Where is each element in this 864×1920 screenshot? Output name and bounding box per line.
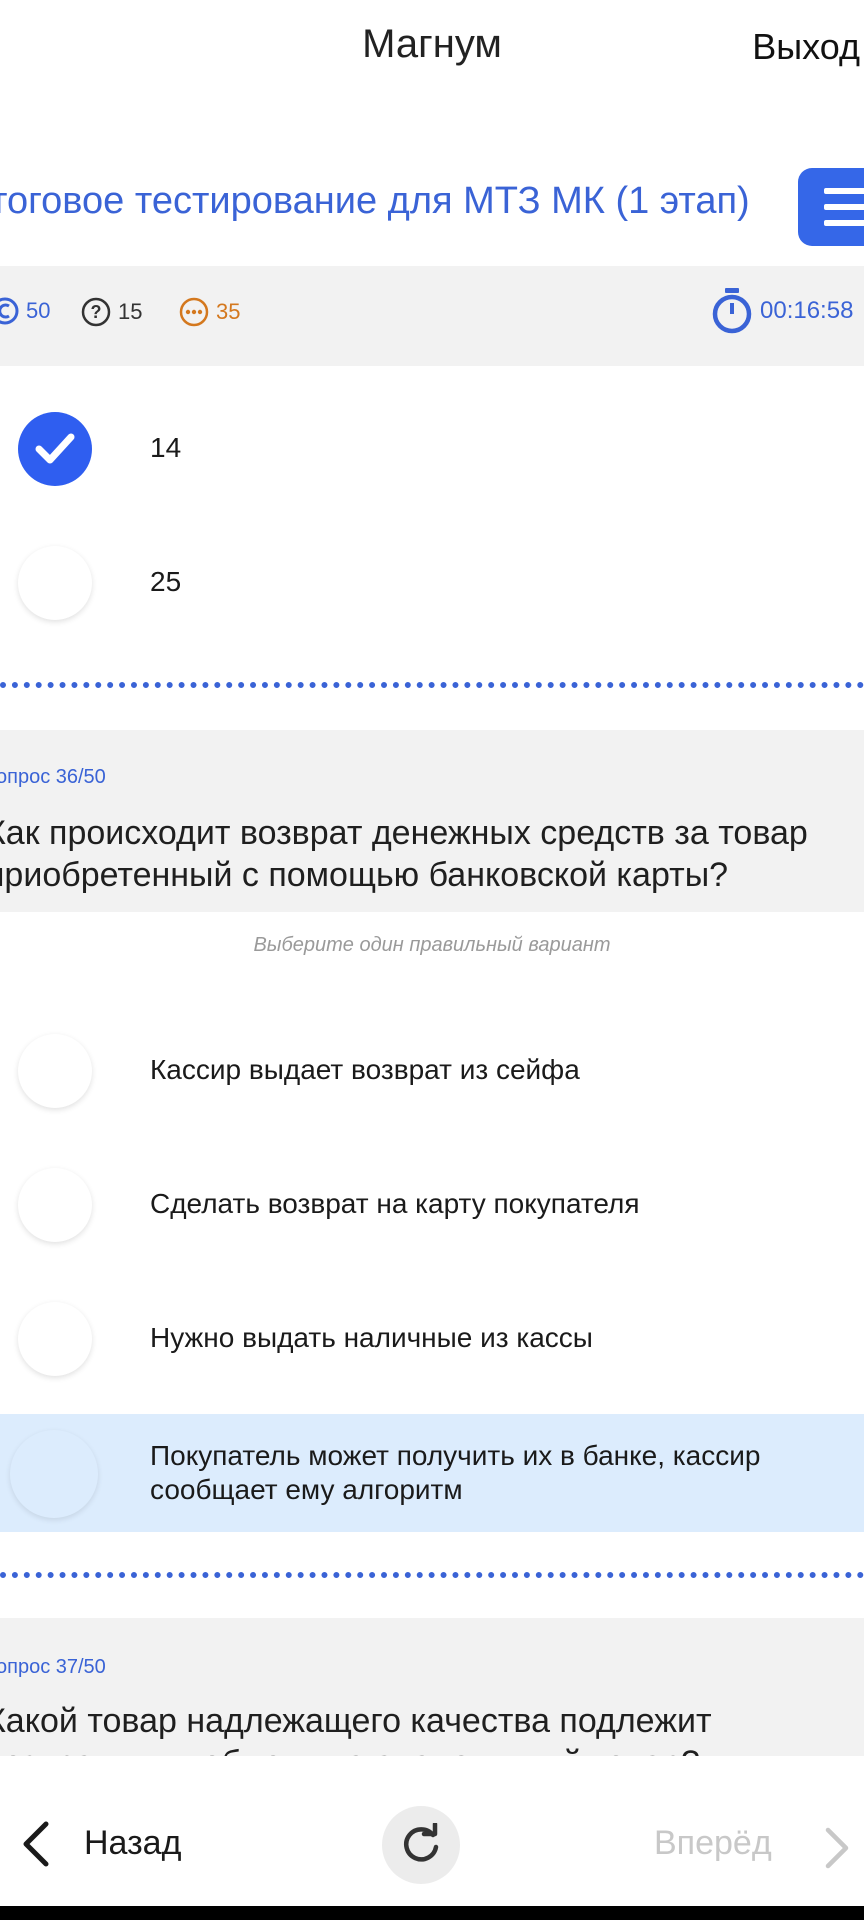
chevron-right-icon[interactable] bbox=[822, 1826, 852, 1870]
option-label[interactable]: Сделать возврат на карту покупателя bbox=[150, 1188, 640, 1220]
question-text-line1: Какой товар надлежащего качества подлежи… bbox=[0, 1702, 712, 1740]
question-text-line2: возврату или обмену на аналогичный товар… bbox=[0, 1742, 864, 1756]
total-icon bbox=[0, 297, 19, 325]
forward-button[interactable]: Вперёд bbox=[654, 1824, 772, 1863]
option-label[interactable]: Кассир выдает возврат из сейфа bbox=[150, 1054, 580, 1086]
chevron-left-icon[interactable] bbox=[18, 1820, 54, 1868]
app-title: Магнум bbox=[362, 22, 502, 66]
option-row-highlighted[interactable] bbox=[0, 1414, 864, 1532]
hamburger-icon bbox=[824, 188, 864, 194]
stat-total: 50 bbox=[0, 296, 50, 326]
menu-button[interactable] bbox=[798, 168, 864, 246]
question-card: опрос 36/50 Как происходит возврат денеж… bbox=[0, 730, 864, 912]
timer: 00:16:58 bbox=[710, 286, 853, 336]
option-radio[interactable] bbox=[18, 1168, 92, 1242]
stat-remaining: 35 bbox=[178, 296, 240, 328]
checkmark-icon bbox=[35, 433, 75, 464]
svg-text:?: ? bbox=[91, 302, 102, 322]
question-circle-icon: ? bbox=[81, 297, 111, 327]
option-radio[interactable] bbox=[10, 1430, 98, 1518]
option-label-line2[interactable]: сообщает ему алгоритм bbox=[150, 1474, 463, 1506]
refresh-icon bbox=[404, 1823, 439, 1862]
option-radio[interactable] bbox=[18, 1034, 92, 1108]
refresh-button[interactable] bbox=[382, 1806, 460, 1884]
test-title: тоговое тестирование для МТЗ МК (1 этап) bbox=[0, 180, 750, 222]
back-button[interactable]: Назад bbox=[84, 1824, 181, 1863]
stat-unanswered: ? 15 bbox=[80, 296, 142, 328]
question-counter: опрос 36/50 bbox=[0, 766, 106, 788]
question-counter: опрос 37/50 bbox=[0, 1656, 106, 1678]
option-label-line1[interactable]: Покупатель может получить их в банке, ка… bbox=[150, 1440, 760, 1472]
option-radio-14[interactable] bbox=[18, 412, 92, 486]
option-radio[interactable] bbox=[18, 1302, 92, 1376]
dotted-separator bbox=[0, 1572, 864, 1578]
answer-hint: Выберите один правильный вариант bbox=[253, 934, 611, 956]
exit-button[interactable]: Выход bbox=[752, 26, 860, 68]
question-card: опрос 37/50 Какой товар надлежащего каче… bbox=[0, 1618, 864, 1756]
stopwatch-icon bbox=[712, 288, 752, 334]
option-label[interactable]: Нужно выдать наличные из кассы bbox=[150, 1322, 593, 1354]
question-text-line2: приобретенный с помощью банковской карты… bbox=[0, 856, 729, 894]
option-radio-25[interactable] bbox=[18, 546, 92, 620]
stats-bar: 50 ? 15 35 00:16:58 bbox=[0, 266, 864, 366]
option-label[interactable]: 14 bbox=[150, 432, 181, 464]
system-bar bbox=[0, 1906, 864, 1920]
option-label[interactable]: 25 bbox=[150, 566, 181, 598]
dots-circle-icon bbox=[179, 297, 209, 327]
dotted-separator bbox=[0, 682, 864, 688]
question-text-line1: Как происходит возврат денежных средств … bbox=[0, 814, 808, 852]
